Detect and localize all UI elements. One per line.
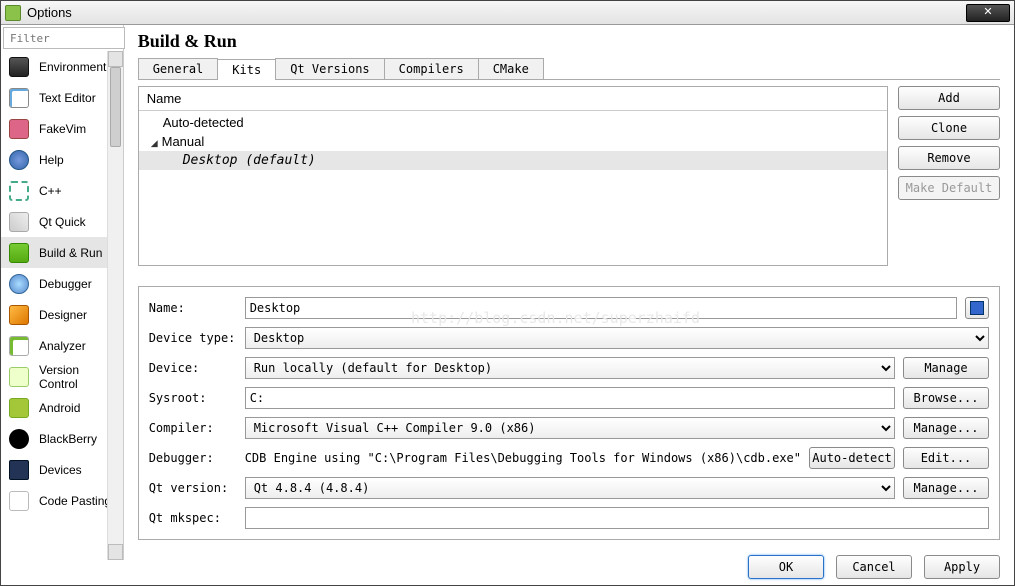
sidebar-item-label: Environment <box>39 60 106 74</box>
sidebar-item-blackberry[interactable]: BlackBerry <box>1 423 123 454</box>
filter-input[interactable] <box>3 27 125 49</box>
sidebar-item-label: Debugger <box>39 277 92 291</box>
qt-version-select[interactable]: Qt 4.8.4 (4.8.4) <box>245 477 895 499</box>
tab-qt-versions[interactable]: Qt Versions <box>275 58 384 79</box>
debugger-edit-button[interactable]: Edit... <box>903 447 989 469</box>
device-type-label: Device type: <box>149 331 237 345</box>
device-label: Device: <box>149 361 237 375</box>
sidebar-item-label: FakeVim <box>39 122 86 136</box>
sidebar-item-designer[interactable]: Designer <box>1 299 123 330</box>
sidebar-item-label: Code Pasting <box>39 494 111 508</box>
build-icon <box>9 243 29 263</box>
sidebar-item-help[interactable]: Help <box>1 144 123 175</box>
kits-tree[interactable]: Name Auto-detected Manual Desktop (defau… <box>138 86 888 266</box>
vcs-icon <box>9 367 29 387</box>
debugger-label: Debugger: <box>149 451 237 465</box>
document-icon <box>9 88 29 108</box>
sidebar-item-environment[interactable]: Environment <box>1 51 123 82</box>
help-icon <box>9 150 29 170</box>
sidebar-item-label: Devices <box>39 463 82 477</box>
analyzer-icon <box>9 336 29 356</box>
close-button[interactable]: ✕ <box>966 4 1010 22</box>
qt-version-label: Qt version: <box>149 481 237 495</box>
tab-cmake[interactable]: CMake <box>478 58 544 79</box>
tab-compilers[interactable]: Compilers <box>384 58 479 79</box>
sidebar-item-label: Qt Quick <box>39 215 86 229</box>
device-type-select[interactable]: Desktop <box>245 327 989 349</box>
sysroot-browse-button[interactable]: Browse... <box>903 387 989 409</box>
tree-group-auto-detected[interactable]: Auto-detected <box>139 113 887 132</box>
tab-kits[interactable]: Kits <box>217 59 276 80</box>
debugger-value: CDB Engine using "C:\Program Files\Debug… <box>245 451 801 465</box>
sidebar-item-label: Build & Run <box>39 246 102 260</box>
sidebar-scrollbar[interactable] <box>107 51 123 560</box>
device-manage-button[interactable]: Manage <box>903 357 989 379</box>
sidebar-item-android[interactable]: Android <box>1 392 123 423</box>
sidebar-item-cpp[interactable]: C++ <box>1 175 123 206</box>
clone-button[interactable]: Clone <box>898 116 1000 140</box>
category-list: Environment Text Editor FakeVim Help C++… <box>1 51 123 560</box>
app-icon <box>5 5 21 21</box>
android-icon <box>9 398 29 418</box>
sidebar-item-fakevim[interactable]: FakeVim <box>1 113 123 144</box>
remove-button[interactable]: Remove <box>898 146 1000 170</box>
page-title: Build & Run <box>138 31 1000 52</box>
window-title: Options <box>27 5 966 20</box>
sidebar-item-version-control[interactable]: Version Control <box>1 361 123 392</box>
cancel-button[interactable]: Cancel <box>836 555 912 579</box>
compiler-select[interactable]: Microsoft Visual C++ Compiler 9.0 (x86) <box>245 417 895 439</box>
name-input[interactable] <box>245 297 957 319</box>
fakevim-icon <box>9 119 29 139</box>
add-button[interactable]: Add <box>898 86 1000 110</box>
scrollbar-thumb[interactable] <box>110 67 121 147</box>
kit-icon-button[interactable] <box>965 297 989 319</box>
sidebar-item-build-run[interactable]: Build & Run <box>1 237 123 268</box>
tree-header-name: Name <box>139 87 887 111</box>
sidebar-item-code-pasting[interactable]: Code Pasting <box>1 485 123 516</box>
sidebar-item-label: Designer <box>39 308 87 322</box>
tree-group-manual[interactable]: Manual <box>139 132 887 151</box>
titlebar: Options ✕ <box>1 1 1014 25</box>
sidebar-item-text-editor[interactable]: Text Editor <box>1 82 123 113</box>
make-default-button[interactable]: Make Default <box>898 176 1000 200</box>
devices-icon <box>9 460 29 480</box>
debugger-auto-detect-button[interactable]: Auto-detect <box>809 447 895 469</box>
sidebar-item-devices[interactable]: Devices <box>1 454 123 485</box>
sidebar-item-analyzer[interactable]: Analyzer <box>1 330 123 361</box>
tree-item-desktop-default[interactable]: Desktop (default) <box>139 151 887 170</box>
monitor-icon <box>9 57 29 77</box>
sidebar-item-label: Android <box>39 401 80 415</box>
sidebar-item-label: Version Control <box>39 363 115 391</box>
paste-icon <box>9 491 29 511</box>
sidebar: Environment Text Editor FakeVim Help C++… <box>1 25 124 560</box>
tab-general[interactable]: General <box>138 58 219 79</box>
name-label: Name: <box>149 301 237 315</box>
display-icon <box>970 301 984 315</box>
compiler-manage-button[interactable]: Manage... <box>903 417 989 439</box>
sidebar-item-label: C++ <box>39 184 62 198</box>
sidebar-item-qt-quick[interactable]: Qt Quick <box>1 206 123 237</box>
sysroot-label: Sysroot: <box>149 391 237 405</box>
designer-icon <box>9 305 29 325</box>
sidebar-item-label: Text Editor <box>39 91 96 105</box>
qt-mkspec-label: Qt mkspec: <box>149 511 237 525</box>
blackberry-icon <box>9 429 29 449</box>
qt-version-manage-button[interactable]: Manage... <box>903 477 989 499</box>
debugger-icon <box>9 274 29 294</box>
sysroot-input[interactable] <box>245 387 895 409</box>
sidebar-item-label: Help <box>39 153 64 167</box>
sidebar-item-label: Analyzer <box>39 339 86 353</box>
sidebar-item-debugger[interactable]: Debugger <box>1 268 123 299</box>
device-select[interactable]: Run locally (default for Desktop) <box>245 357 895 379</box>
qtquick-icon <box>9 212 29 232</box>
ok-button[interactable]: OK <box>748 555 824 579</box>
qt-mkspec-input[interactable] <box>245 507 989 529</box>
tab-bar: General Kits Qt Versions Compilers CMake <box>138 58 1000 80</box>
apply-button[interactable]: Apply <box>924 555 1000 579</box>
cpp-icon <box>9 181 29 201</box>
sidebar-item-label: BlackBerry <box>39 432 97 446</box>
compiler-label: Compiler: <box>149 421 237 435</box>
kit-details-form: Name: Device type: Desktop Device: Run l… <box>138 286 1000 540</box>
